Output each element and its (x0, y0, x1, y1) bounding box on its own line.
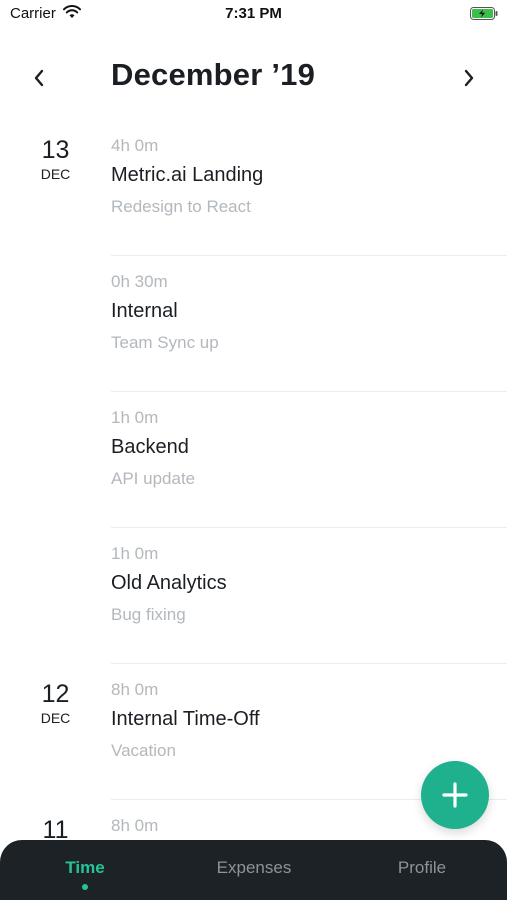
entry-duration: 8h 0m (111, 680, 159, 699)
entry-project: Internal (111, 300, 178, 322)
chevron-left-icon (34, 69, 44, 87)
entry-task: Vacation (111, 741, 176, 760)
tab-expenses[interactable]: Expenses (174, 858, 334, 878)
entry-duration: 4h 0m (111, 136, 159, 155)
entry-duration: 0h 30m (111, 272, 168, 291)
entry-task: Team Sync up (111, 333, 219, 352)
entry-project: Metric.ai Landing (111, 164, 264, 186)
entry-task: Bug fixing (111, 605, 186, 624)
entry-task: Redesign to React (111, 197, 251, 216)
plus-icon (442, 782, 468, 808)
previous-month-button[interactable] (24, 63, 54, 93)
time-entry[interactable]: 1h 0m Old Analytics Bug fixing (0, 528, 507, 664)
date-day: 13 (41, 136, 70, 164)
date-month: DEC (40, 166, 71, 182)
date-month: DEC (40, 710, 71, 726)
add-entry-button[interactable] (421, 761, 489, 829)
tab-time[interactable]: Time (5, 858, 165, 878)
entry-project: Old Analytics (111, 572, 227, 594)
entry-project: Backend (111, 436, 189, 458)
battery-charging-icon (470, 7, 498, 20)
entry-duration: 1h 0m (111, 544, 159, 563)
time-entry[interactable]: 0h 30m Internal Team Sync up (0, 256, 507, 392)
active-tab-indicator (82, 884, 88, 890)
entry-project: Internal Time-Off (111, 708, 260, 730)
entry-duration: 1h 0m (111, 408, 159, 427)
date-day: 12 (41, 680, 70, 708)
next-month-button[interactable] (454, 63, 484, 93)
entry-duration: 8h 0m (111, 816, 159, 835)
time-entry[interactable]: 13 DEC 4h 0m Metric.ai Landing Redesign … (0, 120, 507, 256)
time-entry[interactable]: 1h 0m Backend API update (0, 392, 507, 528)
entry-task: API update (111, 469, 196, 488)
tab-bar: Time Expenses Profile (0, 840, 507, 900)
status-time: 7:31 PM (225, 5, 282, 22)
chevron-right-icon (464, 69, 474, 87)
tab-profile[interactable]: Profile (342, 858, 502, 878)
page-title: December ’19 (111, 57, 316, 92)
month-header: December ’19 (0, 55, 507, 101)
status-bar: Carrier 7:31 PM (0, 0, 507, 30)
